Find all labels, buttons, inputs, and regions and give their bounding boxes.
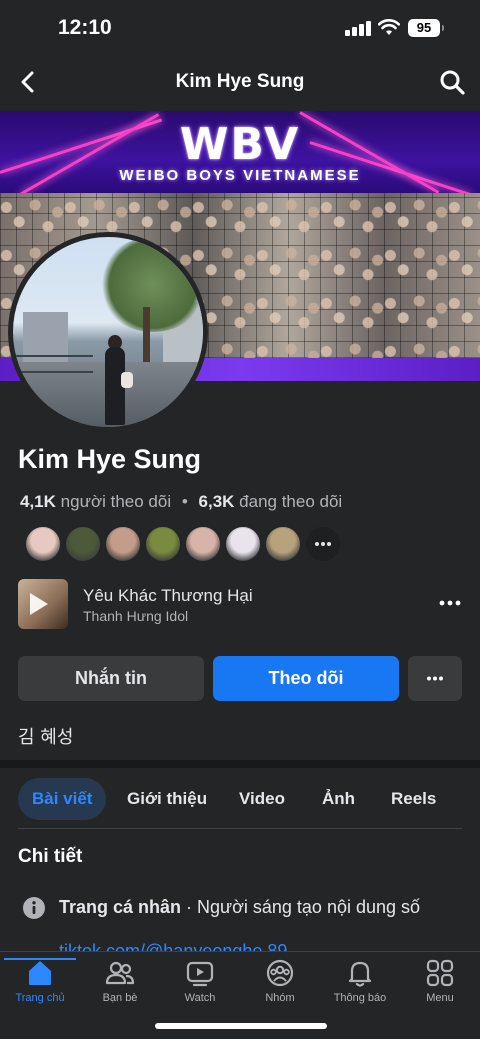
website-link-row[interactable]: tiktok.com/@hanyeonghe.89 xyxy=(22,938,462,952)
followers-label[interactable]: người theo dõi xyxy=(61,492,171,511)
friend-avatar[interactable] xyxy=(264,525,302,563)
following-count[interactable]: 6,3K xyxy=(199,492,235,511)
cover-banner: WBV WEIBO BOYS VIETNAMESE xyxy=(0,111,480,197)
tab-video[interactable]: Video xyxy=(239,778,285,820)
stats-separator: • xyxy=(181,492,188,511)
friends-icon xyxy=(105,961,135,985)
tab-photos[interactable]: Ảnh xyxy=(322,778,355,820)
info-icon xyxy=(23,897,45,919)
following-label[interactable]: đang theo dõi xyxy=(239,492,342,511)
more-friends-icon[interactable] xyxy=(304,525,342,563)
cover-subtitle: WEIBO BOYS VIETNAMESE xyxy=(119,167,361,184)
watch-icon xyxy=(186,961,214,987)
tabs-divider xyxy=(18,828,462,829)
search-icon[interactable] xyxy=(438,68,466,96)
nav-groups-label: Nhóm xyxy=(265,992,295,1004)
cellular-signal-icon xyxy=(345,20,371,36)
album-art[interactable] xyxy=(18,579,68,629)
nav-home[interactable]: Trang chủ xyxy=(0,958,80,1014)
home-indicator xyxy=(155,1023,327,1029)
tab-reels[interactable]: Reels xyxy=(391,778,436,820)
profile-avatar[interactable] xyxy=(8,232,208,432)
nav-watch-label: Watch xyxy=(184,992,216,1004)
cover-logo-text: WBV xyxy=(179,119,301,170)
friend-avatar[interactable] xyxy=(144,525,182,563)
page-title: Kim Hye Sung xyxy=(175,71,305,92)
page-category: · Người sáng tạo nội dung số xyxy=(181,897,421,917)
battery-icon: 95 xyxy=(408,19,444,37)
profile-name: Kim Hye Sung xyxy=(18,444,202,474)
tab-posts[interactable]: Bài viết xyxy=(18,778,107,820)
friend-avatar[interactable] xyxy=(184,525,222,563)
tab-about[interactable]: Giới thiệu xyxy=(127,778,207,820)
nav-watch[interactable]: Watch xyxy=(160,958,240,1014)
menu-grid-icon xyxy=(426,959,454,987)
nav-menu[interactable]: Menu xyxy=(400,958,480,1014)
groups-icon xyxy=(266,959,294,987)
page-type-label: Trang cá nhân xyxy=(59,897,182,917)
profile-music[interactable]: Yêu Khác Thương Hại Thanh Hưng Idol xyxy=(18,579,462,631)
follow-stats: 4,1K người theo dõi • 6,3K đang theo dõi xyxy=(20,492,342,512)
nav-home-label: Trang chủ xyxy=(15,992,65,1004)
alternate-name: 김 혜성 xyxy=(18,727,74,748)
nav-groups[interactable]: Nhóm xyxy=(240,958,320,1014)
active-tab-indicator xyxy=(4,958,76,960)
followers-count[interactable]: 4,1K xyxy=(20,492,56,511)
message-button[interactable]: Nhắn tin xyxy=(18,656,204,701)
section-divider xyxy=(0,760,480,768)
nav-friends[interactable]: Bạn bè xyxy=(80,958,160,1014)
nav-notifications-label: Thông báo xyxy=(333,992,387,1004)
profile-tabs: Bài viết Giới thiệu Video Ảnh Reels xyxy=(18,778,462,820)
friend-avatar[interactable] xyxy=(104,525,142,563)
details-heading: Chi tiết xyxy=(18,846,83,867)
top-navigation-bar: Kim Hye Sung xyxy=(0,56,480,110)
song-title: Yêu Khác Thương Hại xyxy=(83,586,253,605)
friend-avatar[interactable] xyxy=(224,525,262,563)
page-type-row: Trang cá nhân · Người sáng tạo nội dung … xyxy=(22,895,462,921)
bell-icon xyxy=(348,961,372,987)
nav-notifications[interactable]: Thông báo xyxy=(320,958,400,1014)
nav-friends-label: Bạn bè xyxy=(102,992,138,1004)
follow-button[interactable]: Theo dõi xyxy=(213,656,399,701)
more-icon xyxy=(427,676,443,681)
nav-menu-label: Menu xyxy=(426,992,454,1004)
more-actions-button[interactable] xyxy=(408,656,462,701)
more-options-icon[interactable] xyxy=(438,591,462,615)
friend-avatar[interactable] xyxy=(64,525,102,563)
home-icon xyxy=(29,961,51,985)
friend-avatar[interactable] xyxy=(24,525,62,563)
wifi-icon xyxy=(378,19,400,35)
status-time: 12:10 xyxy=(58,16,112,39)
song-artist: Thanh Hưng Idol xyxy=(83,608,189,624)
status-bar: 12:10 95 xyxy=(0,0,480,56)
